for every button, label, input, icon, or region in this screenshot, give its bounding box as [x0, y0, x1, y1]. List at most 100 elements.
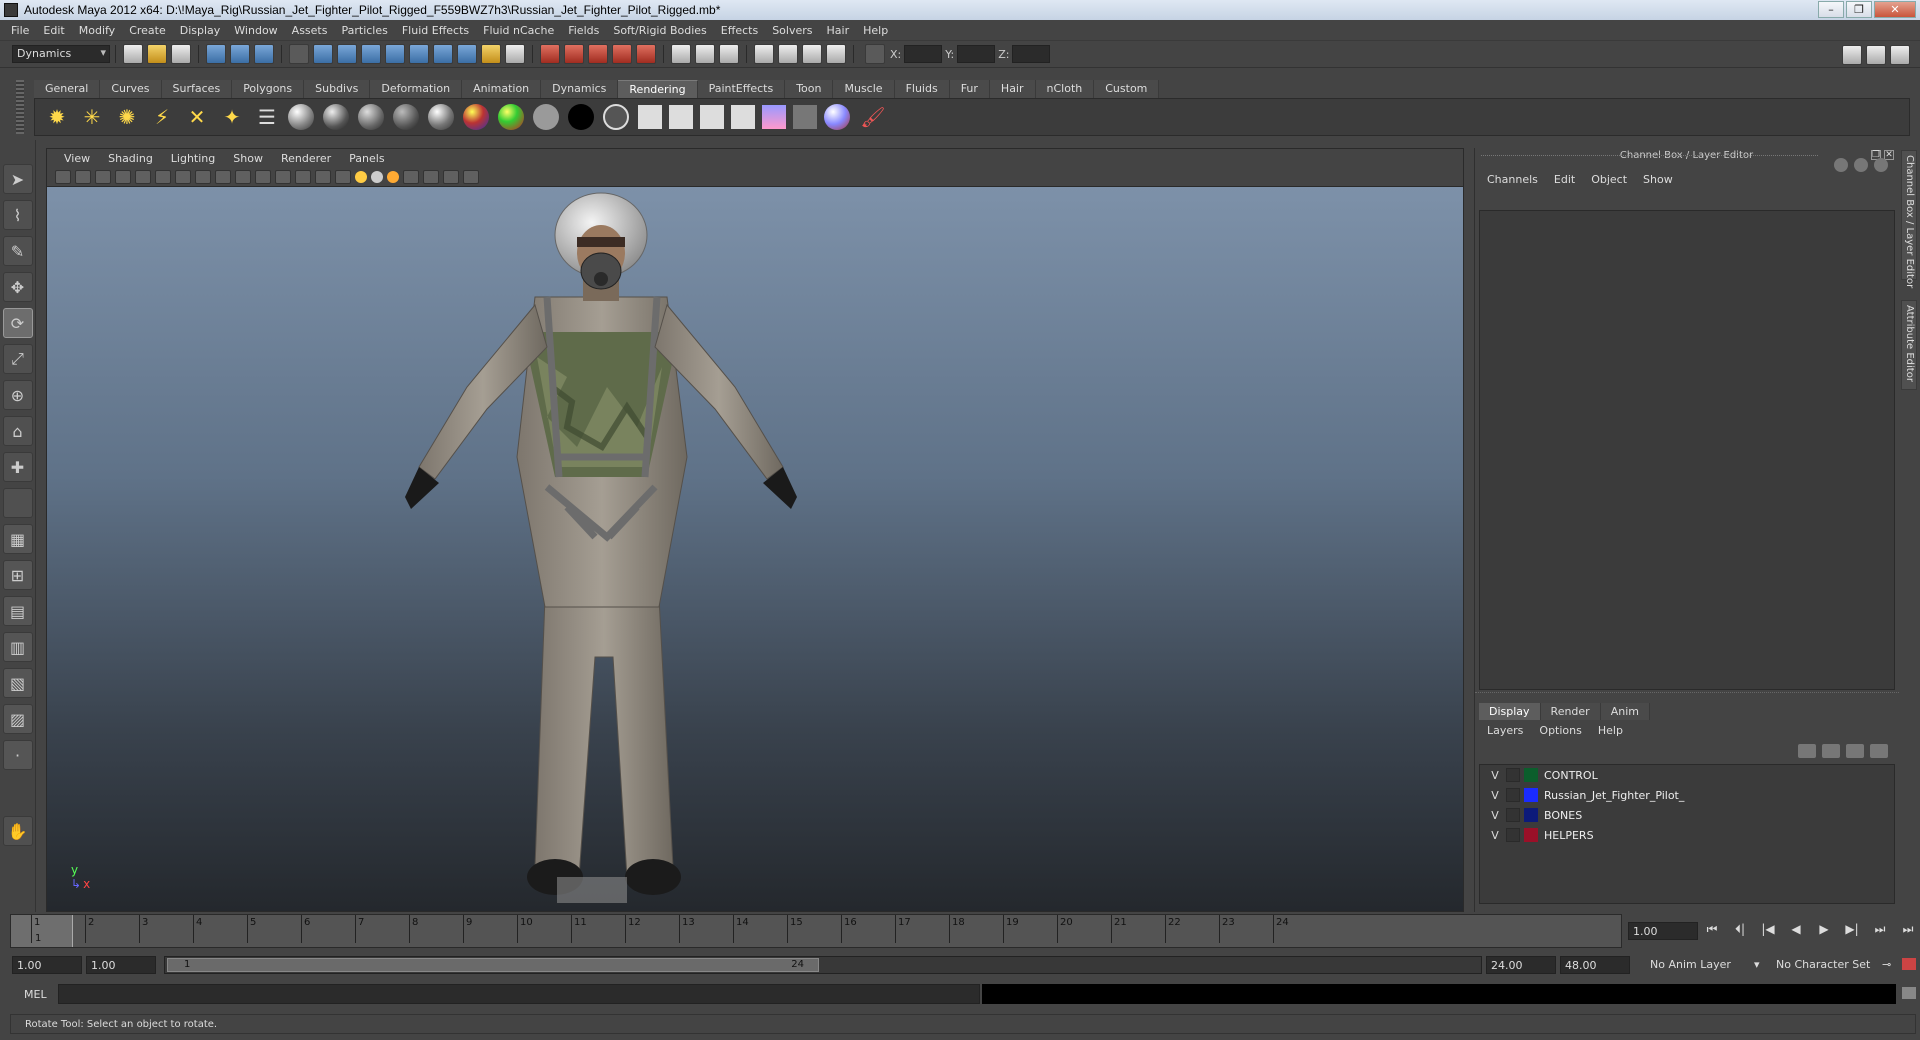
select-camera-icon[interactable] — [55, 169, 71, 184]
minimize-button[interactable]: – — [1818, 1, 1844, 18]
render-settings-shelf-icon[interactable] — [793, 105, 817, 129]
lasso-tool-icon[interactable]: ⌇ — [2, 200, 33, 230]
menu-help[interactable]: Help — [856, 24, 895, 37]
character-set-dropdown[interactable]: No Character Set — [1776, 958, 1870, 971]
field-chart-icon[interactable] — [215, 169, 231, 184]
gate-mask-icon[interactable] — [195, 169, 211, 184]
toggle-attribute-editor-icon[interactable] — [1842, 45, 1862, 65]
mask-dropdown-icon[interactable] — [289, 44, 309, 64]
directional-light-icon[interactable]: ✳ — [78, 103, 106, 131]
soft-mod-tool-icon[interactable]: ⌂ — [2, 416, 33, 446]
step-forward-key-icon[interactable]: ⏭ — [1870, 922, 1890, 940]
layer-row[interactable]: V HELPERS — [1480, 825, 1894, 845]
hand-tool-icon[interactable]: ✋ — [2, 816, 33, 846]
surface-shader-icon[interactable] — [533, 104, 559, 130]
panel-menu-renderer[interactable]: Renderer — [272, 152, 340, 165]
range-slider-thumb[interactable]: 1 24 — [167, 958, 819, 972]
manipulator-icon[interactable] — [1834, 158, 1848, 172]
shelf-tab-dynamics[interactable]: Dynamics — [541, 80, 619, 98]
render-view-icon[interactable] — [636, 44, 656, 64]
volume-light-icon[interactable]: ✦ — [218, 103, 246, 131]
select-hierarchy-icon[interactable] — [206, 44, 226, 64]
move-layer-down-icon[interactable] — [1822, 744, 1840, 758]
shelf-tab-muscle[interactable]: Muscle — [833, 80, 895, 98]
point-light-icon[interactable]: ✺ — [113, 103, 141, 131]
area-light-icon[interactable]: ✕ — [183, 103, 211, 131]
shelf-tab-rendering[interactable]: Rendering — [618, 80, 698, 98]
new-scene-icon[interactable] — [123, 44, 143, 64]
layer-menu-help[interactable]: Help — [1590, 724, 1631, 737]
cb-menu-show[interactable]: Show — [1635, 173, 1681, 186]
help-question-icon[interactable] — [457, 44, 477, 64]
layer-row[interactable]: V CONTROL — [1480, 765, 1894, 785]
layer-playback-toggle[interactable] — [1506, 788, 1520, 802]
shelf-tab-toon[interactable]: Toon — [785, 80, 834, 98]
lock-icon[interactable] — [481, 44, 501, 64]
command-input[interactable] — [58, 984, 980, 1004]
anisotropic-shader-icon[interactable] — [288, 104, 314, 130]
image-plane-icon[interactable] — [115, 169, 131, 184]
step-back-frame-icon[interactable]: |◀ — [1758, 922, 1778, 940]
y-field[interactable] — [957, 45, 996, 63]
time-slider[interactable]: 1 1 2 3 4 5 6 7 8 9 10 11 12 13 14 15 16 17 18 19 20 21 22 23 2… — [10, 914, 1622, 948]
layer-tab-anim[interactable]: Anim — [1600, 703, 1650, 720]
absolute-transform-icon[interactable] — [865, 44, 885, 64]
rotate-tool-icon[interactable]: ⟳ — [2, 308, 33, 338]
auto-key-icon[interactable]: ⊸ — [1882, 958, 1891, 971]
last-tool-icon[interactable] — [2, 488, 33, 518]
menu-assets[interactable]: Assets — [285, 24, 335, 37]
cb-menu-channels[interactable]: Channels — [1479, 173, 1546, 186]
cb-menu-edit[interactable]: Edit — [1546, 173, 1583, 186]
menu-hair[interactable]: Hair — [820, 24, 857, 37]
hyper-icon[interactable] — [1874, 158, 1888, 172]
go-to-start-icon[interactable]: ⏮ — [1702, 922, 1722, 940]
texture-2d-icon[interactable] — [669, 105, 693, 129]
snap-curve-icon[interactable] — [337, 44, 357, 64]
ipr-render-icon[interactable] — [564, 44, 584, 64]
shelf-tab-general[interactable]: General — [34, 80, 101, 98]
panel-menu-show[interactable]: Show — [224, 152, 272, 165]
render-frame-icon[interactable] — [540, 44, 560, 64]
panel-layout-icon[interactable] — [754, 44, 774, 64]
layer-playback-toggle[interactable] — [1506, 768, 1520, 782]
new-empty-layer-icon[interactable] — [1846, 744, 1864, 758]
layer-color-swatch[interactable] — [1524, 828, 1538, 842]
move-layer-up-icon[interactable] — [1798, 744, 1816, 758]
layer-color-swatch[interactable] — [1524, 768, 1538, 782]
xray-icon[interactable] — [423, 169, 439, 184]
render-view-shelf-icon[interactable] — [731, 105, 755, 129]
film-gate-icon[interactable] — [155, 169, 171, 184]
panel-grip[interactable] — [1481, 155, 1818, 157]
animation-start-field[interactable]: 1.00 — [12, 956, 82, 974]
shelf-tab-fluids[interactable]: Fluids — [894, 80, 950, 98]
playback-end-field[interactable]: 24.00 — [1486, 956, 1556, 974]
select-tool-icon[interactable]: ➤ — [2, 164, 33, 194]
menu-window[interactable]: Window — [227, 24, 284, 37]
hypergraph-layout-icon[interactable]: ▧ — [2, 668, 33, 698]
step-back-key-icon[interactable]: ⏴| — [1730, 922, 1750, 940]
shelf-tab-custom[interactable]: Custom — [1094, 80, 1160, 98]
menu-fluid-ncache[interactable]: Fluid nCache — [476, 24, 561, 37]
use-background-icon[interactable] — [568, 104, 594, 130]
shelf-tab-ncloth[interactable]: nCloth — [1035, 80, 1095, 98]
move-tool-icon[interactable]: ✥ — [2, 272, 33, 302]
use-all-lights-icon[interactable] — [371, 170, 383, 183]
shadows-icon[interactable] — [387, 170, 399, 183]
shelf-tab-deformation[interactable]: Deformation — [370, 80, 463, 98]
side-tab-attribute-editor[interactable]: Attribute Editor — [1901, 300, 1917, 390]
snap-live-icon[interactable] — [409, 44, 429, 64]
x-field[interactable] — [904, 45, 943, 63]
hypershade-icon[interactable] — [612, 44, 632, 64]
script-editor-icon[interactable] — [1902, 987, 1916, 999]
side-tab-channel-box[interactable]: Channel Box / Layer Editor — [1901, 150, 1917, 288]
grid-toggle-icon[interactable] — [135, 169, 151, 184]
play-backwards-icon[interactable]: ◀ — [1786, 922, 1806, 940]
snap-grid-icon[interactable] — [313, 44, 333, 64]
layer-visibility-toggle[interactable]: V — [1488, 769, 1502, 782]
shading-map-icon[interactable] — [603, 104, 629, 130]
layer-row[interactable]: V Russian_Jet_Fighter_Pilot_ — [1480, 785, 1894, 805]
single-perspective-layout-icon[interactable]: ▦ — [2, 524, 33, 554]
panel-menu-lighting[interactable]: Lighting — [162, 152, 224, 165]
scale-tool-icon[interactable]: ⤢ — [2, 344, 33, 374]
command-language-label[interactable]: MEL — [24, 988, 47, 1001]
